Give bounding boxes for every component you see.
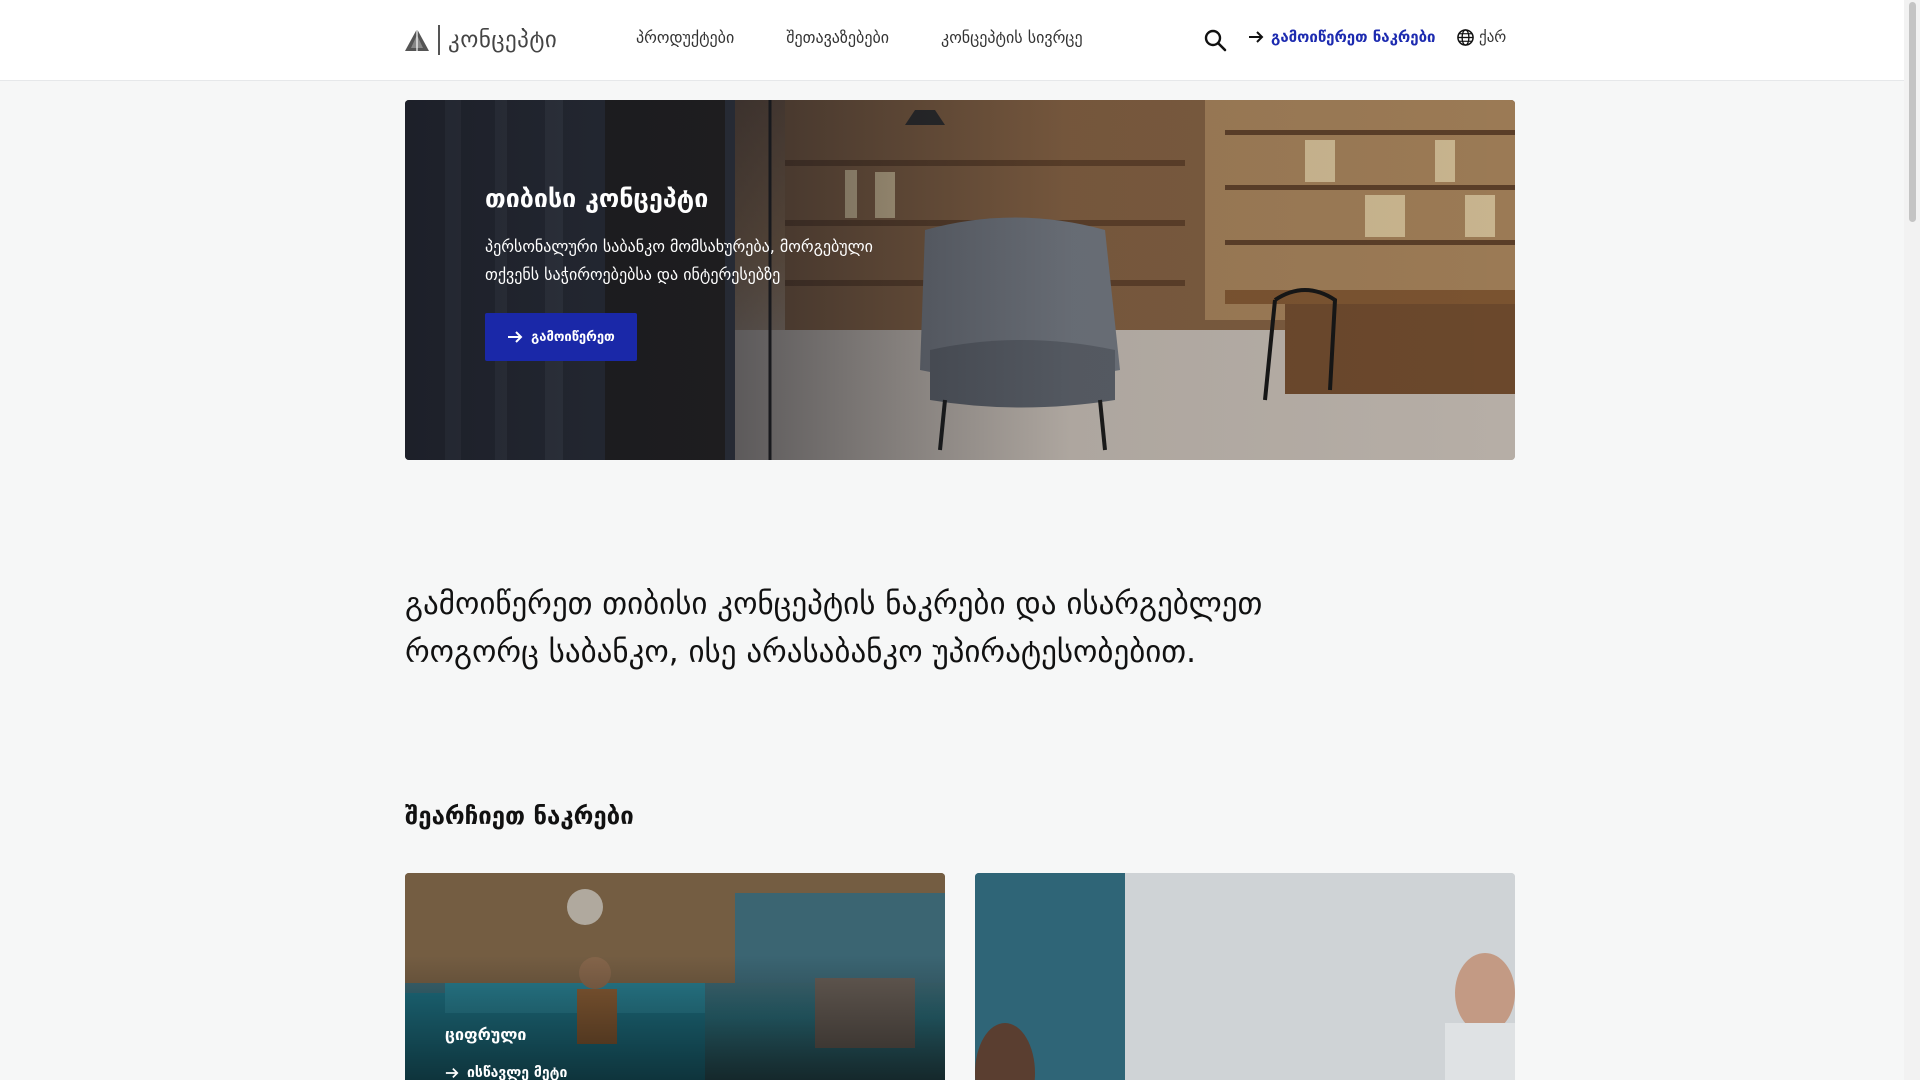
intro-text: გამოიწერეთ თიბისი კონცეპტის ნაკრები და ი… <box>405 580 1415 676</box>
nav-item-concept-space[interactable]: კონცეპტის სივრცე <box>941 28 1083 47</box>
hero-banner: თიბისი კონცეპტი პერსონალური საბანკო მომს… <box>405 100 1515 460</box>
subscribe-button-label: გამოიწერეთ <box>531 329 615 345</box>
arrow-right-icon <box>445 1068 459 1078</box>
nav-item-products[interactable]: პროდუქტები <box>636 28 734 47</box>
site-header: კონცეპტი პროდუქტები შეთავაზებები კონცეპტ… <box>0 0 1904 81</box>
hero-description: პერსონალური საბანკო მომსახურება, მორგებუ… <box>485 233 935 289</box>
scrollbar-thumb[interactable] <box>1909 2 1916 222</box>
choose-section-title: შეარჩიეთ ნაკრები <box>405 802 634 830</box>
hero-content: თიბისი კონცეპტი პერსონალური საბანკო მომს… <box>485 184 935 361</box>
intro-line2: როგორც საბანკო, ისე არასაბანკო უპირატესო… <box>405 634 1196 670</box>
logo[interactable]: კონცეპტი <box>405 24 557 56</box>
intro-line1: გამოიწერეთ თიბისი კონცეპტის ნაკრები და ი… <box>405 586 1263 622</box>
language-switcher[interactable]: ქარ <box>1457 28 1506 46</box>
package-card-link[interactable]: ისწავლე მეტი <box>445 1065 567 1080</box>
arrow-right-icon <box>508 331 523 343</box>
package-card-image <box>975 873 1515 1080</box>
globe-icon <box>1457 28 1474 46</box>
package-card-link-label: ისწავლე მეტი <box>467 1065 568 1080</box>
hero-description-line1: პერსონალური საბანკო მომსახურება, მორგებუ… <box>485 237 873 256</box>
language-label: ქარ <box>1479 28 1507 46</box>
main-nav: პროდუქტები შეთავაზებები კონცეპტის სივრცე <box>636 28 1083 47</box>
order-set-link[interactable]: გამოიწერეთ ნაკრები <box>1248 28 1436 46</box>
order-set-label: გამოიწერეთ ნაკრები <box>1271 28 1436 46</box>
logo-text: კონცეპტი <box>448 27 558 53</box>
logo-triangle-icon <box>405 29 429 51</box>
logo-divider <box>438 25 440 55</box>
package-card-label: ციფრული <box>445 1025 527 1044</box>
package-card-second[interactable] <box>975 873 1515 1080</box>
page-scrollbar[interactable] <box>1904 0 1920 1080</box>
subscribe-button[interactable]: გამოიწერეთ <box>485 313 637 361</box>
nav-item-offers[interactable]: შეთავაზებები <box>786 28 889 47</box>
hero-title: თიბისი კონცეპტი <box>485 184 709 213</box>
search-icon[interactable] <box>1203 28 1227 52</box>
hero-description-line2: თქვენს საჭიროებებსა და ინტერესებზე <box>485 265 781 284</box>
card-overlay <box>405 873 945 1080</box>
package-card-digital[interactable]: ციფრული ისწავლე მეტი <box>405 873 945 1080</box>
arrow-right-icon <box>1249 31 1264 43</box>
